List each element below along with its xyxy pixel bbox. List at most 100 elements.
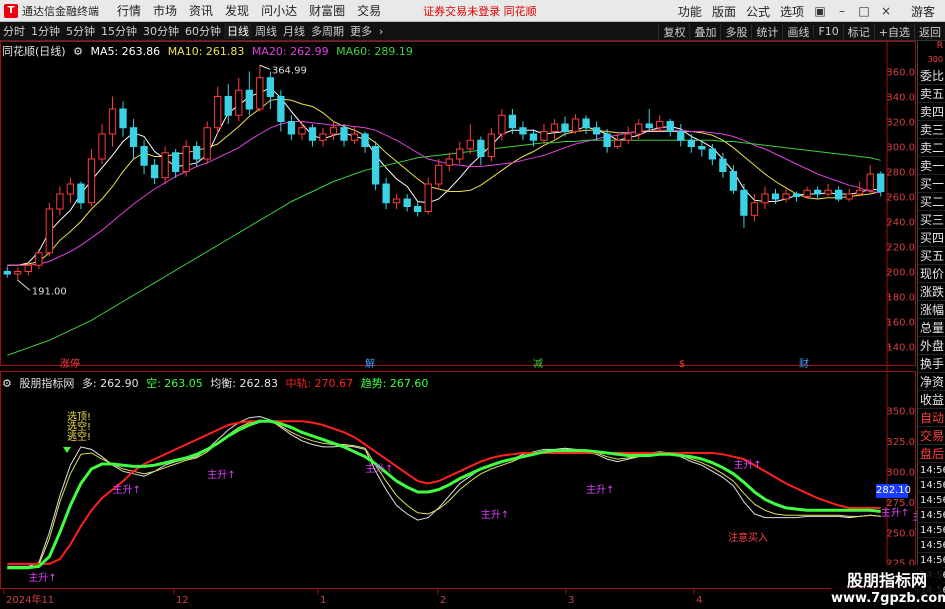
main-legend: 同花顺(日线) ⚙ MA5: 263.86 MA10: 261.83 MA20:… (2, 43, 417, 59)
draw-line-button[interactable]: 画线 (782, 23, 813, 40)
candle-body-28 (298, 127, 306, 135)
side-item-3[interactable]: 卖三 (918, 121, 945, 139)
candle-body-37 (392, 198, 401, 204)
candle-body-12 (129, 127, 138, 147)
back-button[interactable]: 返回 (914, 23, 945, 40)
ma5-value: MA5: 263.86 (90, 45, 161, 58)
menu-caifuquan[interactable]: 财富圈 (303, 2, 351, 19)
date-label-0: 2024年11 (6, 593, 54, 606)
fuquan-button[interactable]: 复权 (658, 23, 689, 40)
side-item-15[interactable]: 外盘 (918, 337, 945, 355)
signal-label-1: 主升↑ (113, 484, 141, 496)
period-multi[interactable]: 多周期 (308, 23, 347, 39)
candle-body-39 (414, 206, 422, 212)
side-item-21[interactable]: 盘后 (918, 445, 945, 463)
side-item-11[interactable]: 现价 (918, 265, 945, 283)
side-item-10[interactable]: 买五 (918, 247, 945, 265)
signal-label-2: 主升↑ (207, 469, 235, 481)
menu-wenxiaoda[interactable]: 问小达 (255, 2, 303, 19)
side-item-2[interactable]: 卖四 (918, 103, 945, 121)
chat-icon[interactable]: ▣ (809, 4, 831, 18)
candle-body-76 (803, 189, 811, 197)
candle-body-24 (256, 77, 264, 110)
side-item-18[interactable]: 收益 (918, 391, 945, 409)
side-item-13[interactable]: 涨幅 (918, 301, 945, 319)
candle-body-41 (435, 164, 443, 185)
maximize-icon[interactable]: □ (853, 4, 875, 18)
candle-body-7 (77, 183, 85, 204)
candle-body-48 (508, 114, 517, 129)
candle-body-8 (87, 158, 96, 204)
add-watchlist-button[interactable]: +自选 (873, 23, 914, 40)
menu-shichang[interactable]: 市场 (147, 2, 183, 19)
menu-zixun[interactable]: 资讯 (183, 2, 219, 19)
close-icon[interactable]: × (875, 4, 897, 18)
stats-button[interactable]: 统计 (751, 23, 782, 40)
side-time-4: 14:56 (918, 523, 945, 538)
period-more[interactable]: 更多 (347, 23, 375, 39)
candle-body-35 (371, 146, 380, 185)
ind-tick-label-2: 300.0 (886, 467, 915, 478)
kline-chart[interactable]: 360.0 340.0 320.0 300.0 280.0 260.0 240.0 220.0… (0, 41, 917, 609)
mark-button[interactable]: 标记 (842, 23, 874, 40)
menu-jiaoyi[interactable]: 交易 (351, 2, 387, 19)
side-item-8[interactable]: 买三 (918, 211, 945, 229)
candle-body-66 (698, 146, 706, 150)
period-60min[interactable]: 60分钟 (182, 23, 224, 39)
side-item-17[interactable]: 净资 (918, 373, 945, 391)
period-weekly[interactable]: 周线 (252, 23, 280, 39)
menu-gongneng[interactable]: 功能 (673, 3, 707, 20)
period-monthly[interactable]: 月线 (280, 23, 308, 39)
menu-xuanxiang[interactable]: 选项 (775, 3, 809, 20)
menu-hangqing[interactable]: 行情 (111, 2, 147, 19)
side-item-5[interactable]: 卖一 (918, 157, 945, 175)
indicator-junheng: 均衡: 262.83 (210, 377, 278, 390)
period-fenshi[interactable]: 分时 (0, 23, 28, 39)
side-item-7[interactable]: 买二 (918, 193, 945, 211)
candle-body-55 (582, 118, 590, 129)
event-label-2: 减 (533, 358, 543, 370)
settings-gear-icon[interactable]: ⚙ (73, 45, 83, 58)
side-item-16[interactable]: 换手 (918, 355, 945, 373)
side-item-9[interactable]: 买四 (918, 229, 945, 247)
indicator-name[interactable]: 股朋指标网 (19, 377, 74, 390)
candle-body-74 (782, 193, 790, 200)
candle-body-13 (140, 146, 148, 166)
side-item-1[interactable]: 卖五 (918, 85, 945, 103)
candle-body-29 (308, 127, 317, 141)
candle-body-32 (340, 127, 348, 141)
overlay-button[interactable]: 叠加 (689, 23, 720, 40)
period-daily[interactable]: 日线 (224, 23, 252, 39)
candle-body-21 (224, 96, 232, 116)
current-price-tag: 282.10 (876, 484, 911, 498)
period-30min[interactable]: 30分钟 (140, 23, 182, 39)
multi-stock-button[interactable]: 多股 (720, 23, 751, 40)
menu-faxian[interactable]: 发现 (219, 2, 255, 19)
side-item-12[interactable]: 涨跌 (918, 283, 945, 301)
side-item-14[interactable]: 总量 (918, 319, 945, 337)
side-item-20[interactable]: 交易 (918, 427, 945, 445)
period-1min[interactable]: 1分钟 (28, 23, 63, 39)
indicator-settings-icon[interactable]: ⚙ (2, 377, 12, 390)
period-5min[interactable]: 5分钟 (63, 23, 98, 39)
side-item-6[interactable]: 买一 (918, 175, 945, 193)
menu-gongshi[interactable]: 公式 (741, 3, 775, 20)
candle-body-63 (666, 121, 674, 132)
menu-banmian[interactable]: 版面 (707, 3, 741, 20)
candle-body-14 (150, 164, 159, 179)
candle-body-25 (266, 77, 275, 97)
candle-body-15 (161, 152, 169, 179)
watermark-line2: www.7gpzb.com (831, 591, 945, 606)
guest-login[interactable]: 游客 (911, 3, 935, 20)
f10-button[interactable]: F10 (813, 25, 842, 38)
side-item-0[interactable]: 委比 (918, 67, 945, 85)
side-item-4[interactable]: 卖二 (918, 139, 945, 157)
chevron-right-icon[interactable]: › (375, 25, 387, 38)
minimize-icon[interactable]: – (831, 4, 853, 18)
side-item-19[interactable]: 自动 (918, 409, 945, 427)
candle-body-56 (592, 127, 601, 135)
period-15min[interactable]: 15分钟 (98, 23, 140, 39)
trade-login-notice[interactable]: 证券交易未登录 同花顺 (423, 3, 537, 19)
candle-body-45 (477, 139, 485, 157)
main-tick-label-11: 140.0 (886, 343, 915, 354)
